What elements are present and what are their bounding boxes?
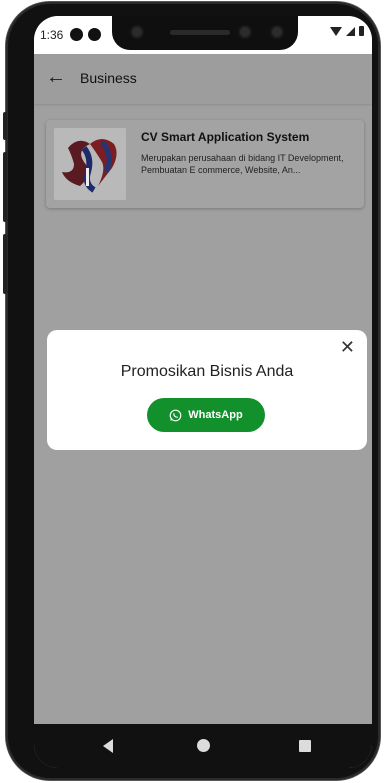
volume-button — [3, 112, 7, 140]
notification-dot-icon — [88, 28, 101, 41]
promote-dialog: ✕ Promosikan Bisnis Anda WhatsApp — [47, 330, 367, 450]
notification-dot-icon — [70, 28, 83, 41]
battery-icon — [359, 26, 364, 36]
status-time: 1:36 — [40, 28, 64, 42]
close-icon[interactable]: ✕ — [340, 338, 355, 356]
camera-icon — [272, 27, 282, 37]
wifi-icon — [330, 26, 342, 36]
nav-recents-icon[interactable] — [299, 740, 311, 752]
status-bar: 1:36 — [34, 16, 372, 54]
business-description: Merupakan perusahaan di bidang IT Develo… — [141, 153, 344, 175]
nav-home-icon[interactable] — [197, 739, 210, 752]
camera-notch — [112, 16, 298, 50]
dialog-title: Promosikan Bisnis Anda — [120, 363, 294, 380]
status-icons — [330, 26, 364, 36]
phone-frame: 1:36 ← Business CV Smart Application Sys… — [3, 2, 380, 780]
volume-button — [3, 152, 7, 222]
system-nav-bar — [34, 724, 372, 768]
speaker-grille — [170, 30, 230, 35]
whatsapp-button-label: WhatsApp — [188, 409, 243, 421]
business-logo — [54, 128, 126, 200]
whatsapp-button[interactable]: WhatsApp — [147, 398, 265, 432]
screen: 1:36 ← Business CV Smart Application Sys… — [34, 16, 372, 768]
business-card[interactable]: CV Smart Application System Merupakan pe… — [46, 120, 364, 208]
nav-back-icon[interactable] — [103, 739, 113, 753]
back-arrow-icon[interactable]: ← — [46, 67, 66, 87]
business-name: CV Smart Application System — [141, 130, 310, 144]
signal-icon — [346, 26, 355, 36]
power-button — [3, 234, 7, 294]
sas-logo-icon — [54, 128, 126, 200]
app-bar: ← Business — [34, 54, 372, 104]
camera-icon — [132, 27, 142, 37]
whatsapp-icon — [169, 409, 182, 421]
page-title: Business — [80, 70, 137, 86]
camera-icon — [240, 27, 250, 37]
